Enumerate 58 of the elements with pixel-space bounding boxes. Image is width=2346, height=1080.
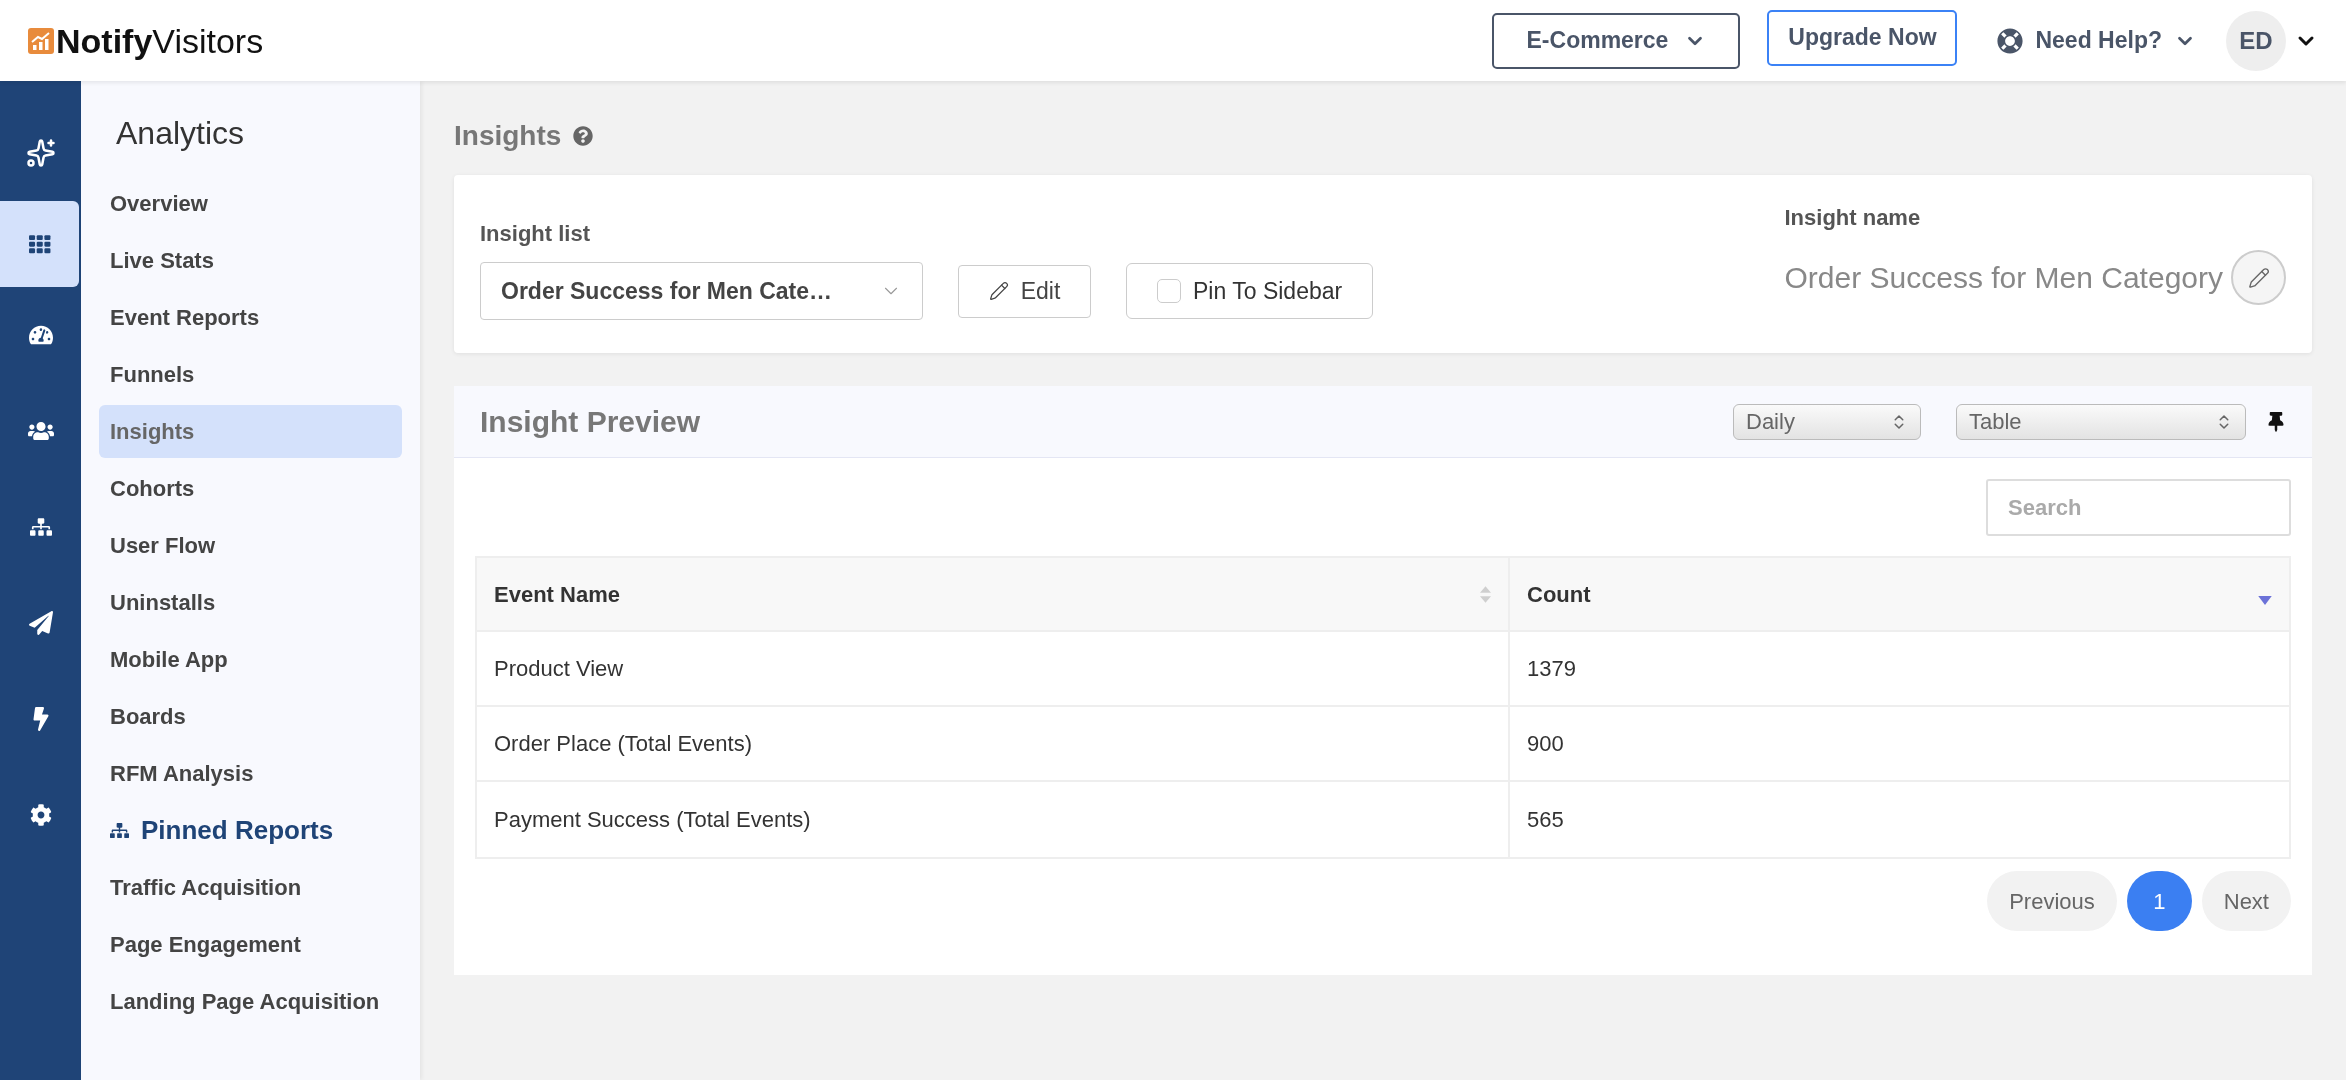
page-button[interactable]: 1 xyxy=(2126,871,2192,931)
sidebar-item[interactable]: Funnels xyxy=(99,348,402,401)
table-cell-text: 900 xyxy=(1526,730,1565,758)
logo-text: NotifyVisitors xyxy=(56,23,264,58)
sidebar-item[interactable]: Overview xyxy=(99,177,402,230)
logo-icon xyxy=(28,27,54,54)
next-button[interactable]: Next xyxy=(2201,871,2291,931)
previous-button[interactable]: Previous xyxy=(1987,871,2117,931)
upgrade-now-button[interactable]: Upgrade Now xyxy=(1767,9,1958,66)
insight-list-label: Insight list xyxy=(480,220,591,248)
pin-icon[interactable] xyxy=(2266,411,2286,432)
sidebar-item[interactable]: Boards xyxy=(99,690,402,743)
settings-icon xyxy=(29,804,52,826)
sidebar-item[interactable]: Live Stats xyxy=(99,234,402,287)
sidebar-item[interactable]: Page Engagement xyxy=(99,918,402,971)
sidebar-item[interactable]: Event Reports xyxy=(99,291,402,344)
view-select[interactable]: Table xyxy=(1956,403,2246,440)
column-header[interactable]: Event Name xyxy=(477,558,1510,630)
table-cell: Product View xyxy=(477,632,1510,705)
page-title: Insights xyxy=(454,119,562,153)
sidebar-item[interactable]: User Flow xyxy=(99,519,402,572)
sitemap-icon xyxy=(110,821,129,840)
help-ring-icon xyxy=(1997,27,2024,54)
insight-name-label: Insight name xyxy=(1784,204,1922,232)
checkbox[interactable] xyxy=(1157,279,1181,303)
pencil-icon xyxy=(2247,266,2270,289)
sidebar-item[interactable]: RFM Analysis xyxy=(99,747,402,800)
preview-title: Insight Preview xyxy=(480,404,701,440)
sparkles-icon xyxy=(25,138,56,168)
sidebar-title: Analytics xyxy=(116,114,246,153)
insight-list-dropdown[interactable]: Order Success for Men Cate… xyxy=(480,262,923,320)
column-header[interactable]: Count xyxy=(1510,558,2289,630)
sidebar-item[interactable]: Mobile App xyxy=(99,633,402,686)
user-avatar[interactable]: ED xyxy=(2226,10,2286,71)
insight-name: Order Success for Men Category xyxy=(1784,260,2223,296)
interval-select[interactable]: Daily xyxy=(1733,403,1921,440)
table-cell-text: 1379 xyxy=(1526,655,1577,683)
pin-to-sidebar-checkbox[interactable]: Pin To Sidebar xyxy=(1126,263,1374,319)
gauge-icon xyxy=(28,323,53,347)
table-cell: Order Place (Total Events) xyxy=(477,707,1510,780)
edit-button[interactable]: Edit xyxy=(958,264,1091,318)
pinned-reports-heading: Pinned Reports xyxy=(141,814,334,847)
help-icon[interactable] xyxy=(573,126,594,146)
need-help-button[interactable]: Need Help? xyxy=(1997,23,2196,58)
sidebar-item[interactable]: Landing Page Acquisition xyxy=(99,975,402,1028)
grid-icon xyxy=(28,234,51,254)
edit-name-button[interactable] xyxy=(2231,250,2286,305)
search-field[interactable]: Search xyxy=(1986,479,2291,536)
workspace-dropdown[interactable]: E-Commerce xyxy=(1492,12,1741,69)
sidebar-item[interactable]: Uninstalls xyxy=(99,576,402,629)
table-cell-text: 565 xyxy=(1526,806,1565,834)
sidebar-item[interactable]: Insights xyxy=(99,405,402,458)
sidebar-item[interactable]: Cohorts xyxy=(99,462,402,515)
table-cell: Payment Success (Total Events) xyxy=(477,782,1510,857)
paper-plane-icon xyxy=(28,611,53,635)
pencil-icon xyxy=(988,281,1009,301)
sidebar-item[interactable]: Traffic Acquisition xyxy=(99,861,402,914)
sitemap-icon xyxy=(29,516,52,538)
